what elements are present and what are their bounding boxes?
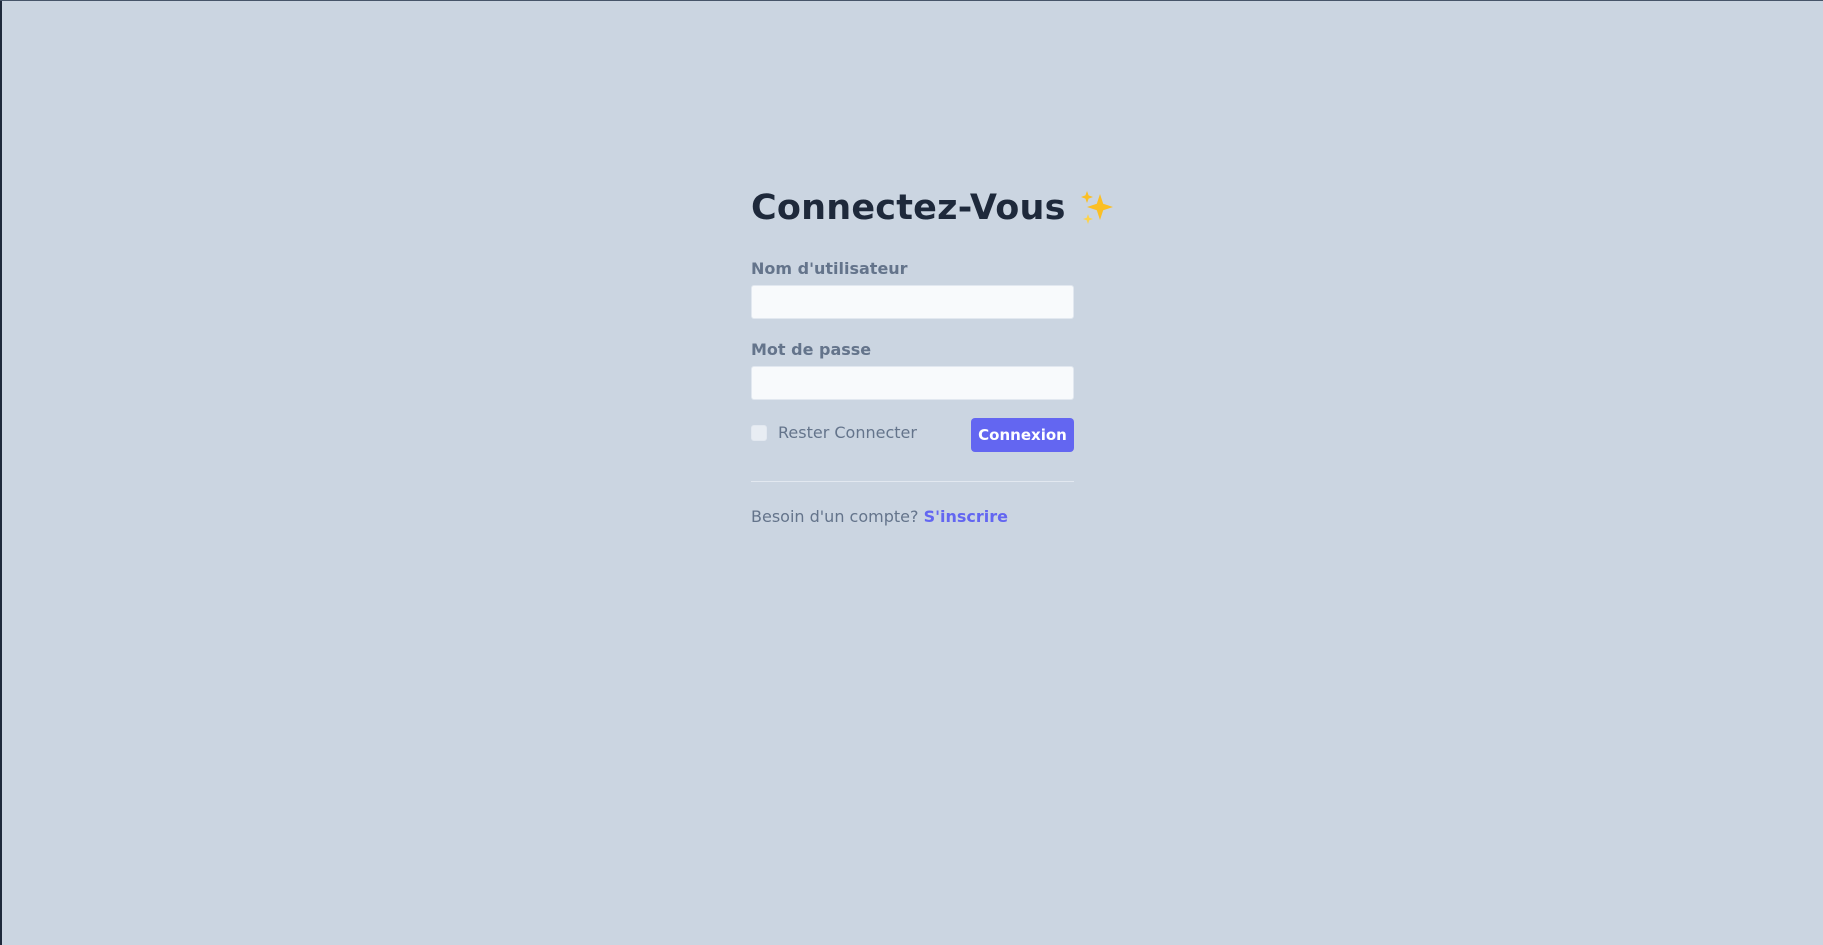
sparkles-icon	[1078, 188, 1118, 228]
remember-me[interactable]: Rester Connecter	[751, 423, 917, 442]
remember-me-label[interactable]: Rester Connecter	[778, 423, 917, 442]
form-actions: Rester Connecter Connexion	[751, 418, 1074, 477]
divider	[751, 481, 1074, 482]
password-input[interactable]	[751, 366, 1074, 400]
signup-prompt: Besoin d'un compte?	[751, 507, 919, 526]
username-input[interactable]	[751, 285, 1074, 319]
window-left-border	[0, 0, 2, 945]
login-button[interactable]: Connexion	[971, 418, 1074, 452]
login-form: Connectez-Vous Nom d'utilisateur Mot de …	[751, 180, 1113, 526]
window-top-border	[0, 0, 1823, 1]
password-label: Mot de passe	[751, 340, 872, 359]
signup-prompt-row: Besoin d'un compte? S'inscrire	[751, 507, 1074, 526]
remember-me-checkbox[interactable]	[751, 424, 767, 441]
signup-link[interactable]: S'inscrire	[924, 507, 1008, 526]
username-label: Nom d'utilisateur	[751, 259, 908, 278]
page-title: Connectez-Vous	[751, 188, 1066, 228]
title-row: Connectez-Vous	[751, 180, 1113, 236]
